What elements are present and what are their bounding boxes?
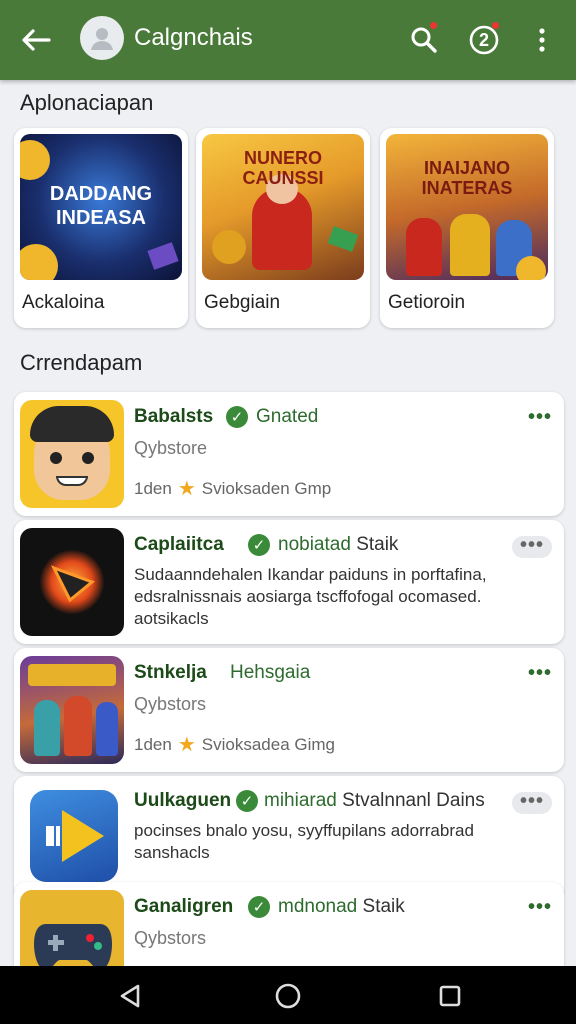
featured-game-art: NUNERO CAUNSSI <box>202 134 364 280</box>
more-options-button[interactable]: ••• <box>528 406 552 429</box>
featured-card-2[interactable]: NUNERO CAUNSSI Gebgiain <box>196 128 370 328</box>
more-options-button[interactable]: ••• <box>511 535 552 558</box>
featured-card-3[interactable]: INAIJANO INATERAS Getioroin <box>380 128 554 328</box>
more-options-button[interactable]: ••• <box>511 791 552 814</box>
app-tag: Gnated <box>256 406 319 427</box>
list-item[interactable]: Caplaiitca ✓ nobiatad Staik Sudaanndehal… <box>14 520 564 644</box>
app-icon <box>20 400 124 508</box>
list-section-title: Crrendapam <box>20 350 143 375</box>
notification-count-icon[interactable]: 2 <box>464 20 504 60</box>
app-tag: mihiarad Stvalnnanl Dains <box>264 790 485 811</box>
app-name: Caplaiitca <box>134 534 224 555</box>
more-vert-icon[interactable] <box>522 20 562 60</box>
app-meta: 1den ★ Svioksadea Gimg <box>134 732 335 757</box>
more-options-button[interactable]: ••• <box>528 896 552 919</box>
app-name: Babalsts <box>134 406 214 427</box>
app-meta-left: 1den <box>134 478 172 498</box>
app-tag: Hehsgaia <box>230 662 311 683</box>
featured-section-title: Aplonaciapan <box>20 90 154 115</box>
app-name: Ganaligren <box>134 896 234 917</box>
nav-home-icon[interactable] <box>272 980 304 1012</box>
featured-art-text: DADDANG INDEASA <box>49 183 153 229</box>
featured-card-label: Gebgiain <box>204 292 281 313</box>
back-arrow-icon[interactable] <box>16 20 56 60</box>
app-bar: Calgnchais 2 <box>0 0 576 80</box>
app-subtitle: Qybstors <box>134 928 207 948</box>
notification-dot <box>492 22 499 29</box>
featured-card-1[interactable]: DADDANG INDEASA Ackaloina <box>14 128 188 328</box>
nav-recents-icon[interactable] <box>434 980 466 1012</box>
app-name: Uulkaguen <box>134 790 232 811</box>
featured-card-label: Getioroin <box>388 292 466 313</box>
verified-check-icon: ✓ <box>226 406 248 428</box>
featured-game-art: DADDANG INDEASA <box>20 134 182 280</box>
verified-check-icon: ✓ <box>248 896 270 918</box>
featured-art-text: NUNERO CAUNSSI <box>242 148 324 188</box>
app-meta: 1den ★ Svioksaden Gmp <box>134 476 331 501</box>
list-item[interactable]: Stnkelja Hehsgaia Qybstors 1den ★ Svioks… <box>14 648 564 772</box>
app-icon <box>20 784 124 892</box>
featured-art-text: INAIJANO INATERAS <box>421 158 513 198</box>
app-description: Sudaanndehalen Ikandar paiduns in porfta… <box>134 565 487 628</box>
verified-check-icon: ✓ <box>248 534 270 556</box>
app-description: pocinses bnalo yosu, syyffupilans adorra… <box>134 821 474 862</box>
notification-dot <box>430 22 437 29</box>
app-meta-left: 1den <box>134 734 172 754</box>
featured-card-label: Ackaloina <box>22 292 105 313</box>
star-icon: ★ <box>177 478 196 500</box>
verified-check-icon: ✓ <box>236 790 258 812</box>
nav-back-icon[interactable] <box>114 980 146 1012</box>
list-item[interactable]: Babalsts ✓ Gnated Qybstore 1den ★ Svioks… <box>14 392 564 516</box>
app-subtitle: Qybstors <box>134 694 207 714</box>
featured-game-art: INAIJANO INATERAS <box>386 134 548 280</box>
app-icon <box>20 656 124 764</box>
app-tag: mdnonad Staik <box>278 896 405 917</box>
search-icon[interactable] <box>404 20 444 60</box>
app-tag: nobiatad Staik <box>278 534 399 555</box>
app-name: Stnkelja <box>134 662 207 683</box>
avatar[interactable] <box>80 16 124 60</box>
app-meta-right: Svioksadea Gimg <box>201 734 335 754</box>
app-subtitle: Qybstore <box>134 438 208 458</box>
page-title: Calgnchais <box>134 24 253 51</box>
app-icon <box>20 528 124 636</box>
app-meta-right: Svioksaden Gmp <box>201 478 332 498</box>
star-icon: ★ <box>177 734 196 756</box>
more-options-button[interactable]: ••• <box>528 662 552 685</box>
system-nav-bar <box>0 966 576 1024</box>
